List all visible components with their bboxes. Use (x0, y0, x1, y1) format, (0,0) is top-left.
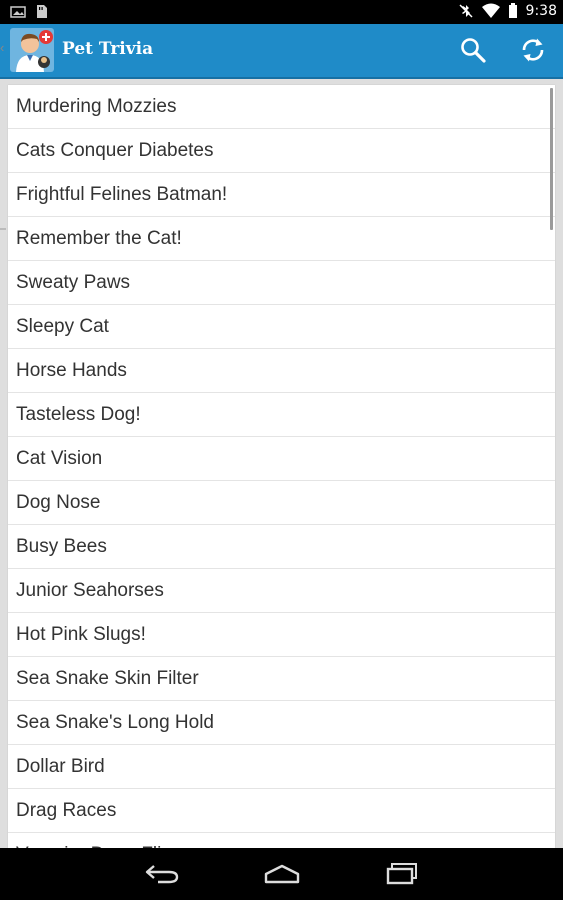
battery-icon (508, 3, 517, 18)
back-icon (145, 865, 179, 884)
list-item[interactable]: Tasteless Dog! (8, 393, 555, 437)
list-item[interactable]: Sleepy Cat (8, 305, 555, 349)
trivia-list: Murdering Mozzies Cats Conquer Diabetes … (8, 85, 555, 848)
mute-icon (459, 4, 473, 18)
home-icon (264, 864, 300, 884)
system-icons: 9:38 (458, 3, 557, 19)
refresh-icon (522, 38, 544, 62)
notification-icons (10, 4, 48, 19)
list-item[interactable]: Sweaty Paws (8, 261, 555, 305)
list-item[interactable]: Vampire Dung Flies (8, 833, 555, 848)
vet-avatar-icon[interactable] (10, 28, 54, 72)
app-title: Pet Trivia (62, 39, 154, 59)
list-item[interactable]: Horse Hands (8, 349, 555, 393)
scrollbar[interactable] (550, 88, 553, 230)
list-item[interactable]: Murdering Mozzies (8, 85, 555, 129)
list-item[interactable]: Sea Snake's Long Hold (8, 701, 555, 745)
list-item[interactable]: Dog Nose (8, 481, 555, 525)
list-item[interactable]: Cats Conquer Diabetes (8, 129, 555, 173)
wifi-icon (481, 3, 500, 18)
list-item[interactable]: Busy Bees (8, 525, 555, 569)
search-button[interactable] (455, 32, 491, 68)
clock: 9:38 (525, 3, 557, 19)
list-item[interactable]: Drag Races (8, 789, 555, 833)
navigation-bar (0, 848, 563, 900)
list-item[interactable]: Frightful Felines Batman! (8, 173, 555, 217)
status-bar: 9:38 (0, 0, 563, 24)
list-item[interactable]: Remember the Cat! (8, 217, 555, 261)
recent-apps-button[interactable] (380, 858, 424, 890)
notification-photo-icon (10, 5, 26, 18)
drawer-edge-marker (0, 228, 6, 230)
trivia-list-panel: Murdering Mozzies Cats Conquer Diabetes … (8, 85, 555, 848)
home-button[interactable] (260, 858, 304, 890)
action-bar: Pet Trivia (0, 24, 563, 79)
list-item[interactable]: Hot Pink Slugs! (8, 613, 555, 657)
notification-sd-icon (37, 5, 47, 18)
list-item[interactable]: Cat Vision (8, 437, 555, 481)
search-icon (461, 38, 486, 63)
back-button[interactable] (140, 858, 184, 890)
list-item[interactable]: Junior Seahorses (8, 569, 555, 613)
list-item[interactable]: Sea Snake Skin Filter (8, 657, 555, 701)
refresh-button[interactable] (515, 32, 551, 68)
list-item[interactable]: Dollar Bird (8, 745, 555, 789)
drawer-indicator-icon: ‹ (0, 40, 5, 55)
recent-apps-icon (386, 863, 417, 885)
